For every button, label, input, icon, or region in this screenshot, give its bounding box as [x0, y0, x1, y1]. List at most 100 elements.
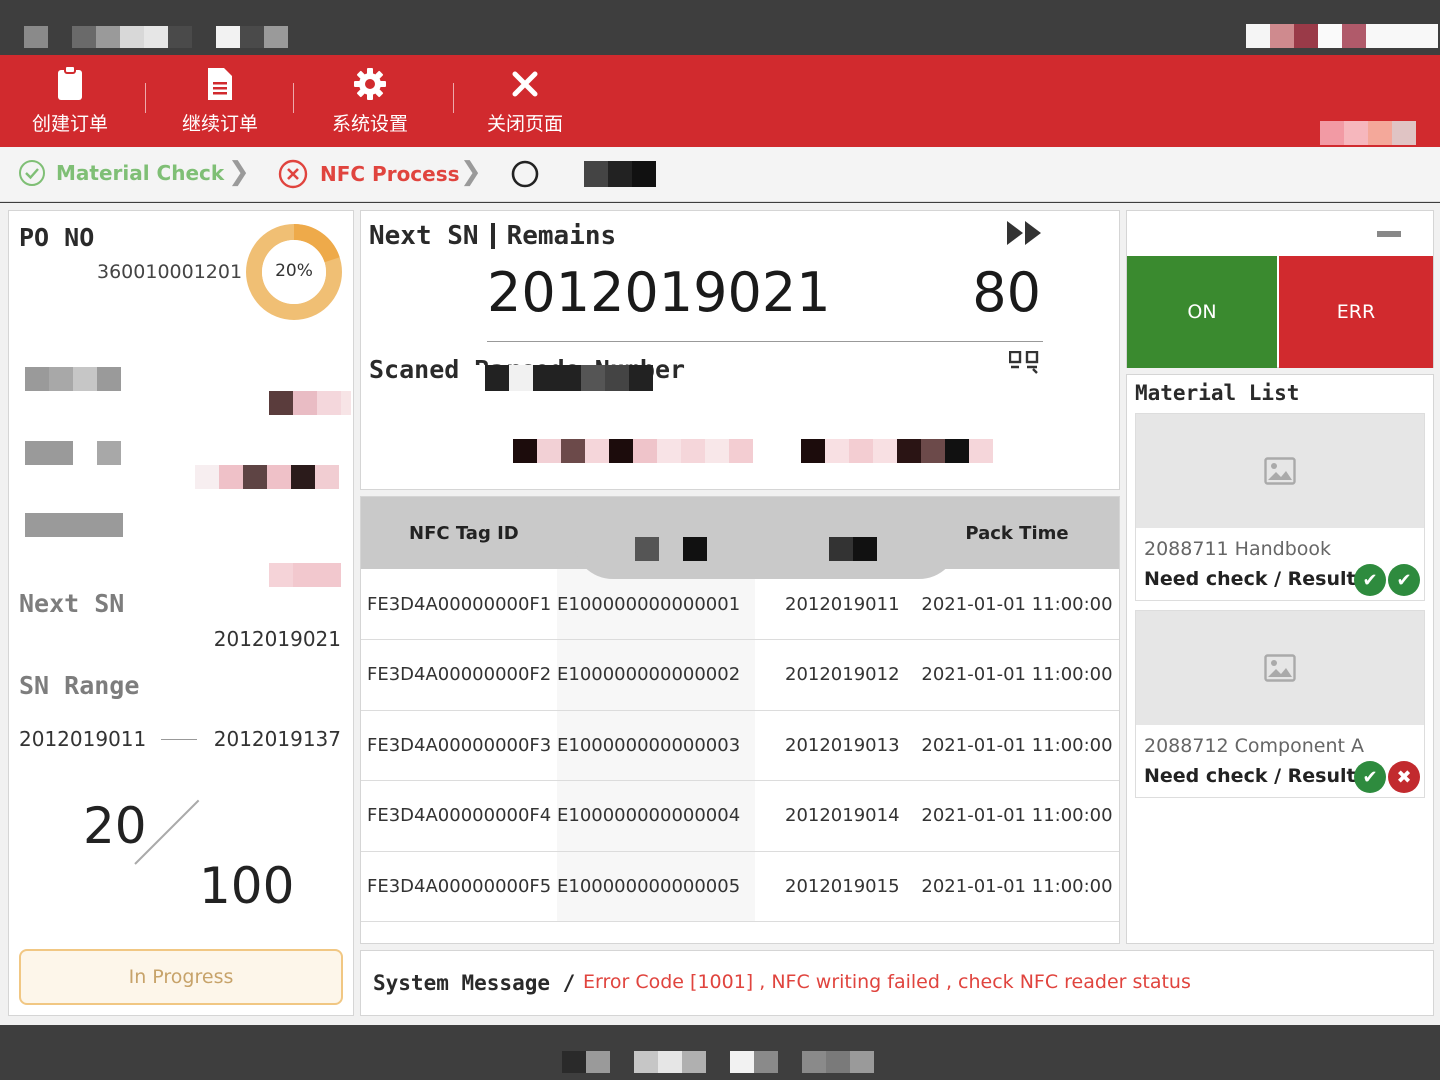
empty-circle-icon	[511, 160, 539, 188]
toolbar-divider	[293, 83, 294, 113]
table-row[interactable]: FE3D4A00000000F1 E100000000000001 20120190…	[361, 569, 1119, 640]
cell-nfc-tag-id: FE3D4A00000000F1	[361, 569, 557, 640]
blurred-region	[269, 391, 351, 415]
remains-heading: Remains	[506, 221, 617, 251]
next-sn-header: Next SN Remains	[369, 221, 616, 251]
image-icon	[1264, 457, 1296, 485]
material-card[interactable]: 2088712 Component A Need check / Result …	[1135, 610, 1425, 798]
need-check-label: Need check / Result	[1144, 568, 1356, 590]
chevron-right-icon: ❯	[228, 157, 250, 187]
cell-pack-time: 2021-01-01 11:00:00	[915, 639, 1119, 711]
sn-range-start: 2012019011	[19, 727, 147, 751]
step-label: NFC Process	[320, 162, 460, 186]
blurred-region	[562, 1051, 874, 1073]
cell-sn: 2012019015	[755, 851, 915, 922]
blurred-region	[635, 537, 707, 561]
table-row[interactable]: FE3D4A00000000F2 E100000000000002 20120190…	[361, 639, 1119, 711]
count-total: 100	[199, 857, 295, 915]
divider	[487, 341, 1043, 342]
check-ok-icon: ✔	[1354, 761, 1386, 793]
fast-forward-icon[interactable]	[1007, 221, 1043, 245]
close-page-button[interactable]: 关闭页面	[455, 63, 595, 136]
blurred-region	[25, 441, 121, 465]
blurred-region	[461, 365, 653, 391]
sn-range-end: 2012019137	[213, 727, 341, 751]
create-order-button[interactable]: 创建订单	[0, 63, 140, 136]
cell-code: E100000000000004	[557, 780, 755, 852]
close-page-label: 关闭页面	[486, 113, 563, 135]
cell-code: E100000000000003	[557, 710, 755, 781]
in-progress-button[interactable]: In Progress	[19, 949, 343, 1005]
cell-code: E100000000000005	[557, 851, 755, 922]
result-ok-icon: ✔	[1388, 564, 1420, 596]
step-label: Material Check	[56, 161, 225, 185]
blurred-region	[25, 513, 123, 537]
continue-order-button[interactable]: 继续订单	[150, 63, 290, 136]
material-name: 2088712 Component A	[1144, 735, 1365, 757]
gear-icon	[300, 63, 440, 105]
system-message-label: System Message /	[373, 971, 576, 995]
main-toolbar: 创建订单 继续订单 系统设置 关闭页面	[0, 55, 1440, 147]
blurred-region	[269, 563, 341, 587]
count-done: 20	[83, 797, 147, 855]
cell-sn: 2012019013	[755, 710, 915, 781]
check-ok-icon: ✔	[1354, 564, 1386, 596]
blurred-region	[829, 537, 877, 561]
table-row[interactable]: FE3D4A00000000F3 E100000000000003 20120190…	[361, 710, 1119, 781]
status-on-indicator: ON	[1127, 256, 1277, 368]
material-list-panel: Material List 2088711 Handbook Need chec…	[1126, 374, 1434, 944]
error-circle-icon	[278, 159, 308, 189]
qr-scan-icon[interactable]	[1009, 351, 1039, 375]
nfc-records-table: NFC Tag ID Pack Time FE3D4A00000000F1 E10…	[360, 496, 1120, 944]
image-placeholder	[1136, 414, 1424, 528]
blurred-region	[584, 161, 656, 187]
check-circle-icon	[19, 160, 45, 186]
result-fail-icon: ✖	[1388, 761, 1420, 793]
system-settings-button[interactable]: 系统设置	[300, 63, 440, 136]
create-order-label: 创建订单	[31, 113, 108, 135]
image-placeholder	[1136, 611, 1424, 725]
blurred-region-right	[1246, 24, 1438, 48]
cell-code: E100000000000002	[557, 639, 755, 711]
cell-sn: 2012019014	[755, 780, 915, 852]
bottom-bar	[0, 1025, 1440, 1080]
cell-nfc-tag-id: FE3D4A00000000F5	[361, 851, 557, 922]
material-list-title: Material List	[1135, 381, 1300, 405]
step-nfc-process[interactable]: NFC Process	[278, 159, 460, 189]
cell-sn: 2012019011	[755, 569, 915, 640]
need-check-label: Need check / Result	[1144, 765, 1356, 787]
remains-big: 80	[972, 261, 1041, 324]
cell-nfc-tag-id: FE3D4A00000000F4	[361, 780, 557, 852]
next-sn-value: 2012019021	[213, 627, 341, 651]
next-sn-big: 2012019021	[487, 261, 831, 324]
progress-percent: 20%	[275, 261, 313, 281]
document-icon	[150, 63, 290, 105]
cell-pack-time: 2021-01-01 11:00:00	[915, 710, 1119, 781]
table-row[interactable]: FE3D4A00000000F4 E100000000000004 20120190…	[361, 780, 1119, 852]
step-3-pending[interactable]	[510, 159, 656, 189]
cell-pack-time: 2021-01-01 11:00:00	[915, 851, 1119, 922]
cell-code: E100000000000001	[557, 569, 755, 640]
blurred-region	[24, 26, 288, 48]
blurred-barcode	[513, 439, 993, 463]
blurred-region	[1377, 231, 1401, 237]
blurred-header-region	[573, 497, 959, 579]
check-result-badges: ✔ ✖	[1354, 761, 1420, 793]
check-result-badges: ✔ ✔	[1354, 564, 1420, 596]
next-sn-panel: Next SN Remains 2012019021 80 Scaned Bar…	[360, 210, 1120, 490]
next-sn-heading: Next SN	[369, 221, 479, 251]
table-row[interactable]: FE3D4A00000000F5 E100000000000005 20120190…	[361, 851, 1119, 922]
toolbar-divider	[453, 83, 454, 113]
image-icon	[1264, 654, 1296, 682]
status-err-indicator: ERR	[1279, 256, 1433, 368]
material-name: 2088711 Handbook	[1144, 538, 1332, 560]
chevron-right-icon: ❯	[460, 157, 482, 187]
system-settings-label: 系统设置	[331, 113, 408, 135]
clipboard-icon	[0, 63, 140, 105]
header-divider	[490, 223, 495, 249]
order-info-panel: PO NO 360010001201 20% Next SN 201201902…	[8, 210, 354, 1016]
col-nfc-tag-id[interactable]: NFC Tag ID	[361, 497, 557, 569]
material-card[interactable]: 2088711 Handbook Need check / Result ✔ ✔	[1135, 413, 1425, 601]
system-message-text: Error Code [1001] , NFC writing failed ,…	[583, 971, 1191, 993]
step-material-check[interactable]: Material Check	[18, 159, 224, 187]
